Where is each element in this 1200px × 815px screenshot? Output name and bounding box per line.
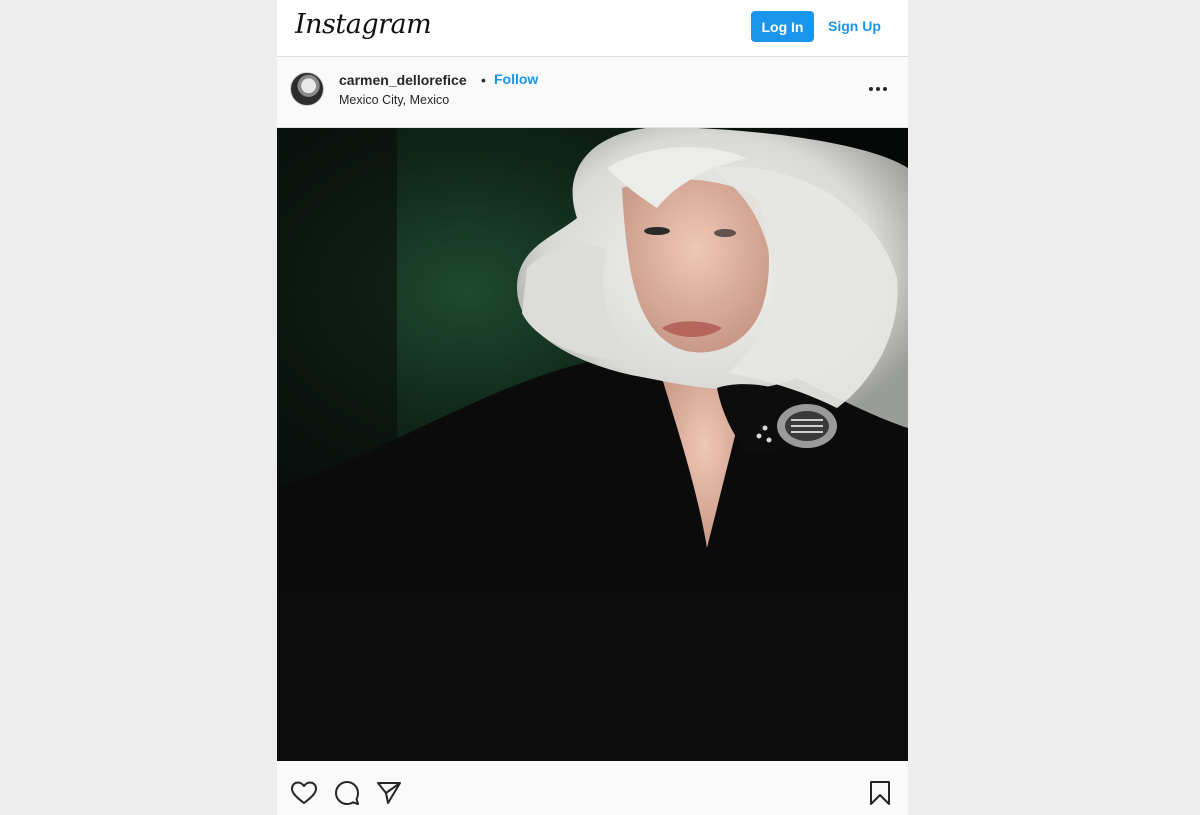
post-username[interactable]: carmen_dellorefice — [339, 72, 467, 88]
post-header: carmen_dellorefice • Follow Mexico City,… — [277, 57, 908, 128]
send-icon[interactable] — [375, 779, 403, 807]
post-photo[interactable] — [277, 128, 908, 761]
avatar[interactable] — [290, 72, 324, 106]
comment-icon[interactable] — [333, 779, 361, 807]
login-button[interactable]: Log In — [751, 11, 814, 42]
instagram-logo[interactable]: Instagram — [295, 9, 432, 40]
instagram-post-frame: Instagram Log In Sign Up carmen_delloref… — [277, 0, 908, 815]
separator-dot: • — [481, 72, 486, 88]
follow-button[interactable]: Follow — [494, 71, 538, 87]
post-action-bar — [277, 761, 908, 815]
more-horizontal-icon[interactable] — [865, 77, 891, 101]
signup-link[interactable]: Sign Up — [828, 18, 881, 34]
top-navigation-bar: Instagram Log In Sign Up — [277, 0, 908, 57]
heart-icon[interactable] — [290, 779, 318, 807]
post-location[interactable]: Mexico City, Mexico — [339, 93, 449, 107]
bookmark-icon[interactable] — [866, 779, 894, 807]
